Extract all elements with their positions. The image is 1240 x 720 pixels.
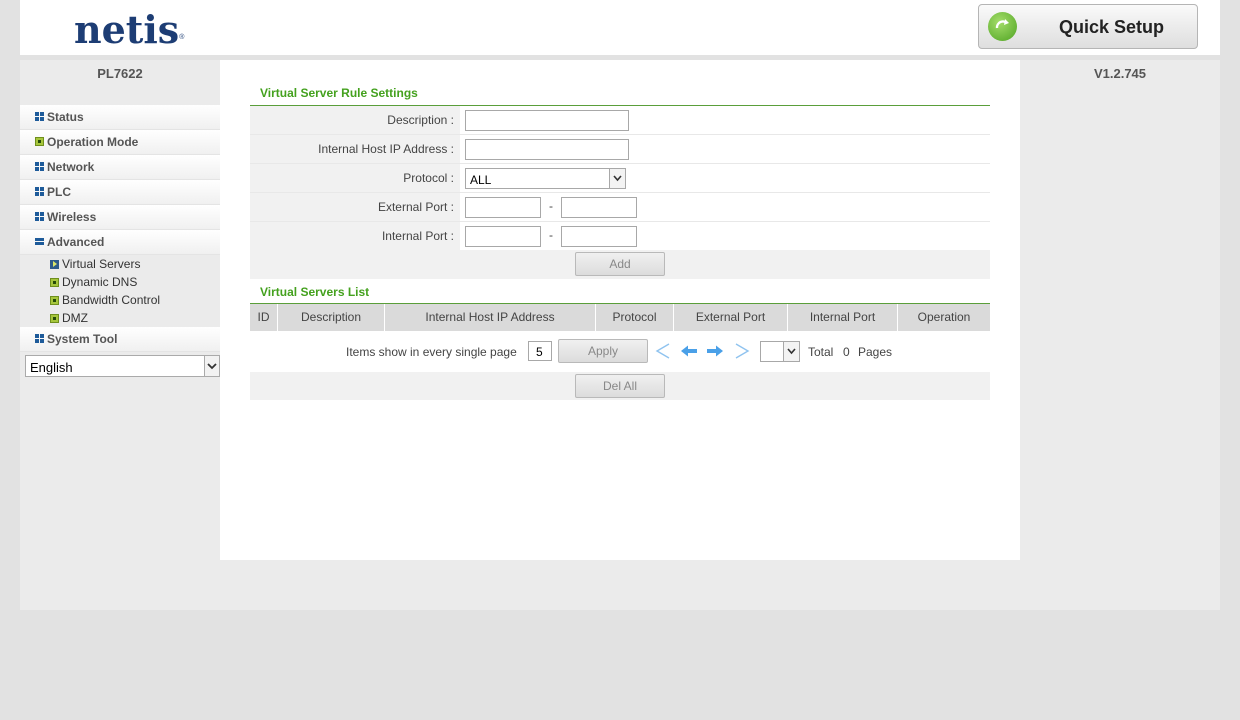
header: netis® Quick Setup [20,0,1220,55]
quick-setup-button[interactable]: Quick Setup [978,4,1198,49]
netis-logo: netis® [74,8,184,52]
del-all-button[interactable]: Del All [575,374,665,398]
range-separator: - [549,199,553,213]
items-per-page-value: 5 [536,345,543,359]
internal-port-from-input[interactable] [465,226,541,247]
description-input[interactable] [465,110,629,131]
pagination-bar: Items show in every single page 5 Apply … [250,335,990,367]
box-icon [50,278,59,287]
protocol-label: Protocol : [250,164,460,192]
internal-port-label: Internal Port : [250,222,460,250]
column-header-host-ip: Internal Host IP Address [385,304,596,331]
box-icon [50,314,59,323]
rule-settings-title: Virtual Server Rule Settings [260,86,418,100]
apply-button[interactable]: Apply [558,339,648,363]
sidebar-item-status[interactable]: Status [20,105,220,130]
column-header-external-port: External Port [674,304,788,331]
column-header-internal-port: Internal Port [788,304,898,331]
column-header-operation: Operation [917,310,971,324]
items-per-page-label: Items show in every single page [346,345,517,359]
refresh-arrow-icon [988,12,1017,41]
internal-port-to-input[interactable] [561,226,637,247]
protocol-select[interactable]: ALL [465,168,626,189]
footer-band [220,560,1020,610]
sidebar-item-plc[interactable]: PLC [20,180,220,205]
del-all-row: Del All [250,372,990,400]
sidebar-subitem-label: DMZ [62,311,88,325]
external-port-label: External Port : [250,193,460,221]
main-content: Virtual Server Rule Settings Description… [220,60,1020,560]
sidebar-item-label: PLC [47,185,71,199]
total-label: Total [808,345,834,359]
add-button[interactable]: Add [575,252,665,276]
previous-page-icon[interactable] [680,345,698,357]
logo-text: netis [74,7,180,52]
firmware-version: V1.2.745 [1093,66,1147,81]
arrow-icon [50,260,59,269]
total-pages-value: 0 [843,345,850,359]
model-name: PL7622 [97,66,143,81]
sidebar: PL7622 Status Operation Mode Network PLC… [20,60,220,610]
chevron-down-icon [204,356,219,376]
sidebar-item-label: Advanced [47,235,105,249]
servers-table-header: ID Description Internal Host IP Address … [250,304,990,331]
sidebar-item-network[interactable]: Network [20,155,220,180]
sidebar-subitem-label: Dynamic DNS [62,275,138,289]
protocol-value: ALL [470,173,492,187]
servers-list-title: Virtual Servers List [260,285,370,299]
external-port-row: External Port : - [250,193,990,221]
right-panel: V1.2.745 [1020,60,1220,610]
sidebar-item-label: Wireless [47,210,97,224]
sidebar-item-label: Operation Mode [47,135,139,149]
description-label: Description : [250,106,460,134]
grid-icon [35,334,44,343]
sidebar-item-wireless[interactable]: Wireless [20,205,220,230]
sidebar-item-label: Network [47,160,95,174]
host-ip-row: Internal Host IP Address : [250,135,990,163]
column-header-description: Description [278,304,385,331]
registered-mark: ® [179,34,185,41]
grid-icon [35,112,44,121]
protocol-row: Protocol : ALL [250,164,990,192]
items-per-page-input[interactable]: 5 [528,341,552,361]
language-select[interactable]: English [25,355,220,377]
chevron-down-icon [609,169,625,188]
chevron-down-icon [783,342,799,361]
sidebar-item-advanced[interactable]: Advanced [20,230,220,255]
grid-icon [35,212,44,221]
grid-icon [35,162,44,171]
last-page-icon[interactable] [734,343,750,359]
quick-setup-label: Quick Setup [1059,17,1165,37]
sidebar-item-label: Status [47,110,84,124]
page-select[interactable] [760,341,800,362]
sidebar-subitem-label: Bandwidth Control [62,293,161,307]
minus-icon [35,237,44,246]
language-value: English [30,360,73,375]
column-header-id: ID [250,304,278,331]
sidebar-item-operation-mode[interactable]: Operation Mode [20,130,220,155]
sidebar-item-system-tool[interactable]: System Tool [20,327,220,352]
external-port-to-input[interactable] [561,197,637,218]
sidebar-item-label: System Tool [47,332,118,346]
external-port-from-input[interactable] [465,197,541,218]
host-ip-input[interactable] [465,139,629,160]
description-row: Description : [250,106,990,134]
range-separator: - [549,228,553,242]
host-ip-label: Internal Host IP Address : [250,135,460,163]
next-page-icon[interactable] [706,345,724,357]
first-page-icon[interactable] [655,343,671,359]
column-header-protocol: Protocol [596,304,674,331]
add-row: Add [250,250,990,279]
grid-icon [35,187,44,196]
box-icon [50,296,59,305]
internal-port-row: Internal Port : - [250,222,990,250]
sidebar-subitem-label: Virtual Servers [62,257,141,271]
box-icon [35,137,44,146]
pages-label: Pages [858,345,893,359]
